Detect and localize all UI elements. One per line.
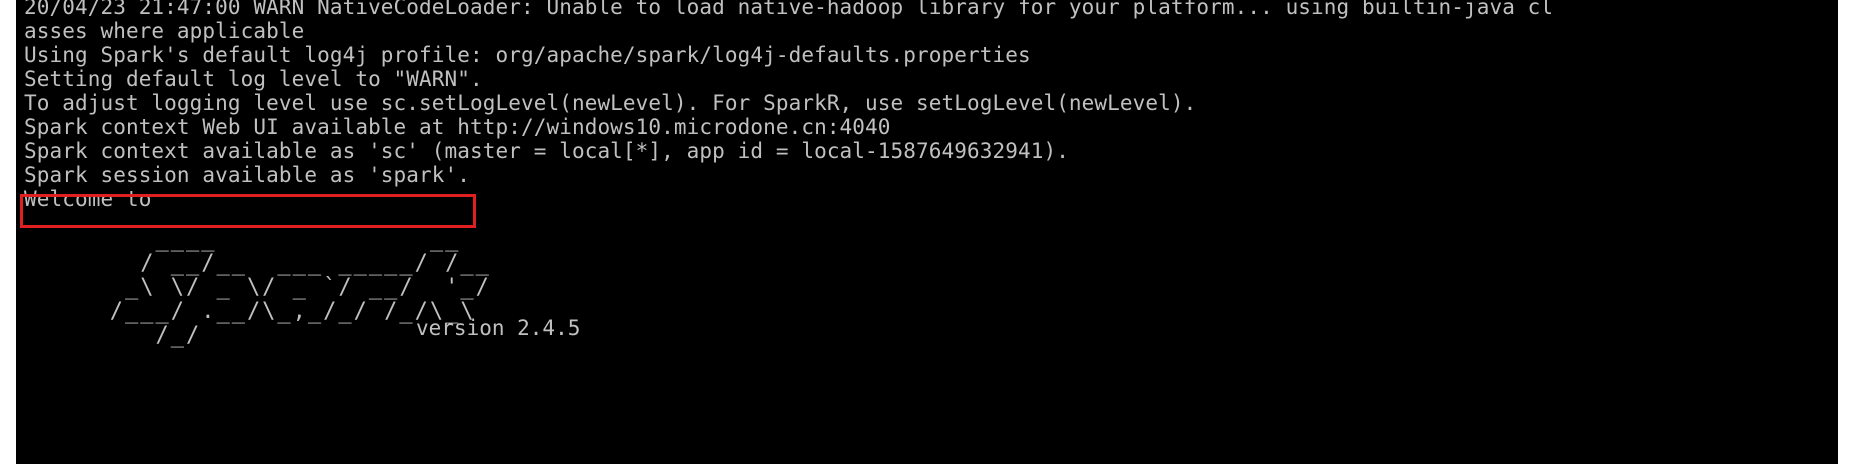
spark-logo-line-4: /___/ .__/\_,_/_/ /_/\_\: [64, 299, 476, 324]
spark-logo-line-5: /_/: [64, 323, 202, 348]
terminal-line-loglevel: Setting default log level to "WARN".: [24, 67, 483, 91]
terminal-line-warn: 20/04/23 21:47:00 WARN NativeCodeLoader:…: [24, 0, 1554, 19]
spark-logo-line-1: ____ __: [64, 227, 461, 252]
terminal-line-warn-cont: asses where applicable: [24, 19, 305, 43]
spark-logo-line-3: _\ \/ _ \/ _ `/ __/ '_/: [64, 275, 491, 300]
terminal-line-adjust: To adjust logging level use sc.setLogLev…: [24, 91, 1197, 115]
terminal-line-session: Spark session available as 'spark'.: [24, 163, 471, 187]
terminal-line-log4j: Using Spark's default log4j profile: org…: [24, 43, 1031, 67]
spark-version: version 2.4.5: [416, 316, 581, 340]
terminal-line-webui: Spark context Web UI available at http:/…: [24, 115, 891, 139]
terminal-line-sc: Spark context available as 'sc' (master …: [24, 139, 1069, 163]
terminal-window[interactable]: 20/04/23 21:47:00 WARN NativeCodeLoader:…: [16, 0, 1838, 464]
spark-logo-line-2: / __/__ ___ _____/ /__: [64, 251, 491, 276]
highlight-box: [20, 194, 476, 228]
